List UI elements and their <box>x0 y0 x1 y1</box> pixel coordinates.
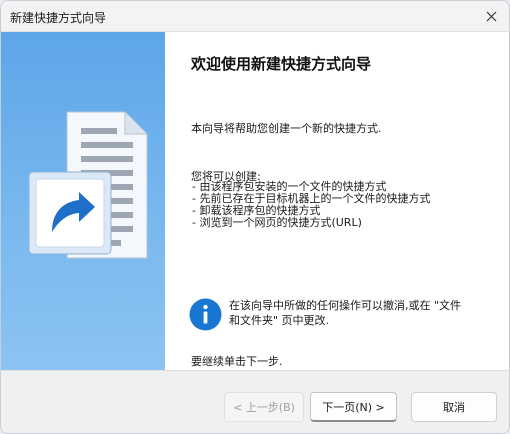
close-button[interactable] <box>477 3 505 29</box>
back-button[interactable]: < 上一步(B) <box>224 392 304 422</box>
info-line: 和文件夹" 页中更改. <box>229 314 330 327</box>
capabilities-list: - 由该程序包安装的一个文件的快捷方式 - 先前已存在于目标机器上的一个文件的快… <box>192 181 430 229</box>
list-item: - 浏览到一个网页的快捷方式(URL) <box>192 216 362 229</box>
title-bar: 新建快捷方式向导 <box>1 1 509 32</box>
info-icon <box>189 298 222 331</box>
continue-hint: 要继续单击下一步. <box>191 355 283 368</box>
page-title: 欢迎使用新建快捷方式向导 <box>191 55 372 73</box>
cancel-button[interactable]: 取消 <box>411 392 497 422</box>
window-title: 新建快捷方式向导 <box>10 11 107 25</box>
button-bar: < 上一步(B) 下一页(N) > 取消 <box>1 370 509 433</box>
close-icon <box>486 11 496 21</box>
info-line: 在该向导中所做的任何操作可以撤消,或在 "文件 <box>229 299 462 312</box>
wizard-window: 新建快捷方式向导 欢迎使用新建快捷方式向导 本向导将帮助您创建一个新的快捷方式.… <box>0 0 510 434</box>
shortcut-document-icon <box>28 111 148 259</box>
intro-text: 本向导将帮助您创建一个新的快捷方式. <box>191 122 382 135</box>
next-button[interactable]: 下一页(N) > <box>310 392 397 422</box>
info-message: 在该向导中所做的任何操作可以撤消,或在 "文件 和文件夹" 页中更改. <box>229 298 499 328</box>
wizard-side-panel <box>1 32 165 370</box>
